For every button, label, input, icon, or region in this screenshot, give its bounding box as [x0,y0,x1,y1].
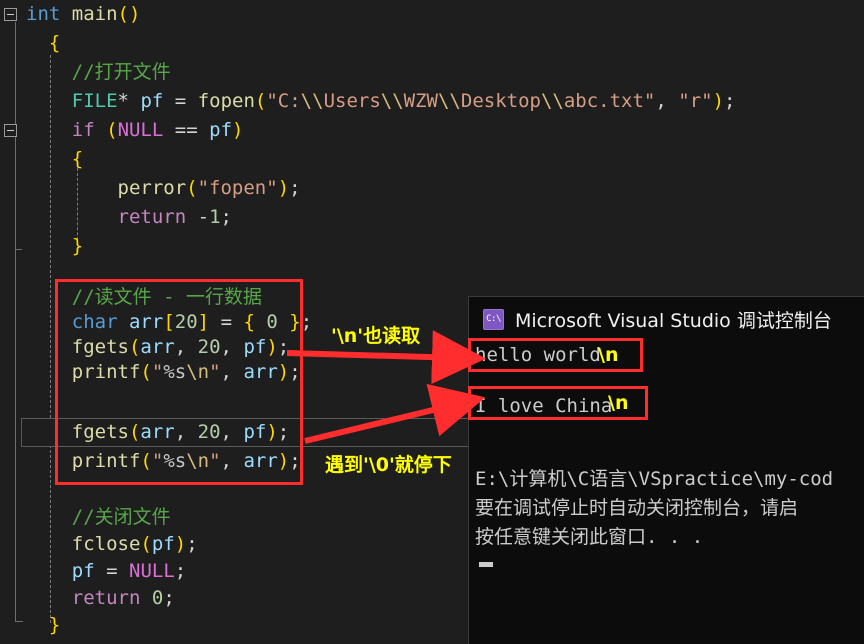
console-app-icon: C:\ [483,308,504,330]
console-blank-line-3 [475,443,864,465]
code-line-14[interactable]: printf("%s\n", arr); [26,358,301,387]
console-status-line-1: E:\计算机\C语言\VSpractice\my-cod [475,468,834,490]
code-line-16[interactable]: fgets(arr, 20, pf); [26,418,289,447]
fold-toggle-if[interactable] [4,124,17,137]
code-line-4[interactable]: FILE* pf = fopen("C:\\Users\\WZW\\Deskto… [26,87,736,116]
console-output: hello world I love China E:\计算机\C语言\VSpr… [469,341,864,567]
console-status-line-2: 要在调试停止时自动关闭控制台，请启 [475,497,799,519]
console-cursor [479,562,493,567]
console-title-text: Microsoft Visual Studio 调试控制台 [515,309,832,332]
code-line-5[interactable]: if (NULL == pf) [26,116,244,145]
code-line-22[interactable]: return 0; [26,584,175,613]
fold-toggle-main[interactable] [4,8,17,21]
annotation-note-newline-read: '\n'也读取 [331,325,421,347]
code-line-17[interactable]: printf("%s\n", arr); [26,447,301,476]
console-blank-line-1 [475,370,864,392]
code-line-3[interactable]: //打开文件 [26,58,171,87]
outline-vertical-line [15,22,16,622]
console-blank-line-2 [475,421,864,443]
code-line-7[interactable]: perror("fopen"); [26,174,301,203]
editor-gutter[interactable] [0,0,26,644]
code-line-6[interactable]: { [26,145,83,174]
annotation-newline-tag-1: \n [598,344,619,366]
code-line-9[interactable]: } [26,232,83,261]
code-line-8[interactable]: return -1; [26,203,232,232]
outline-if-end-tick [15,249,22,250]
code-line-2[interactable]: { [26,29,60,58]
code-line-19[interactable]: //关闭文件 [26,503,171,532]
screen: int main() { //打开文件 FILE* pf = fopen("C:… [0,0,864,644]
code-line-1[interactable]: int main() [26,0,140,29]
annotation-newline-tag-2: \n [608,392,629,414]
annotation-note-stop-at-null: 遇到'\0'就停下 [325,454,452,476]
console-icon-label: C:\ [486,313,501,324]
console-status-line-3: 按任意键关闭此窗口. . . [475,526,704,548]
code-line-23[interactable]: } [26,611,60,640]
console-output-line-1: hello world [475,344,601,366]
console-title-bar[interactable]: C:\ Microsoft Visual Studio 调试控制台 [469,297,864,341]
console-output-line-2: I love China [475,395,613,417]
code-line-20[interactable]: fclose(pf); [26,530,198,559]
code-line-15[interactable] [26,385,37,414]
code-line-21[interactable]: pf = NULL; [26,557,186,586]
debug-console-window[interactable]: C:\ Microsoft Visual Studio 调试控制台 hello … [468,296,864,644]
code-line-18[interactable] [26,476,37,505]
outline-end-tick [15,621,23,622]
